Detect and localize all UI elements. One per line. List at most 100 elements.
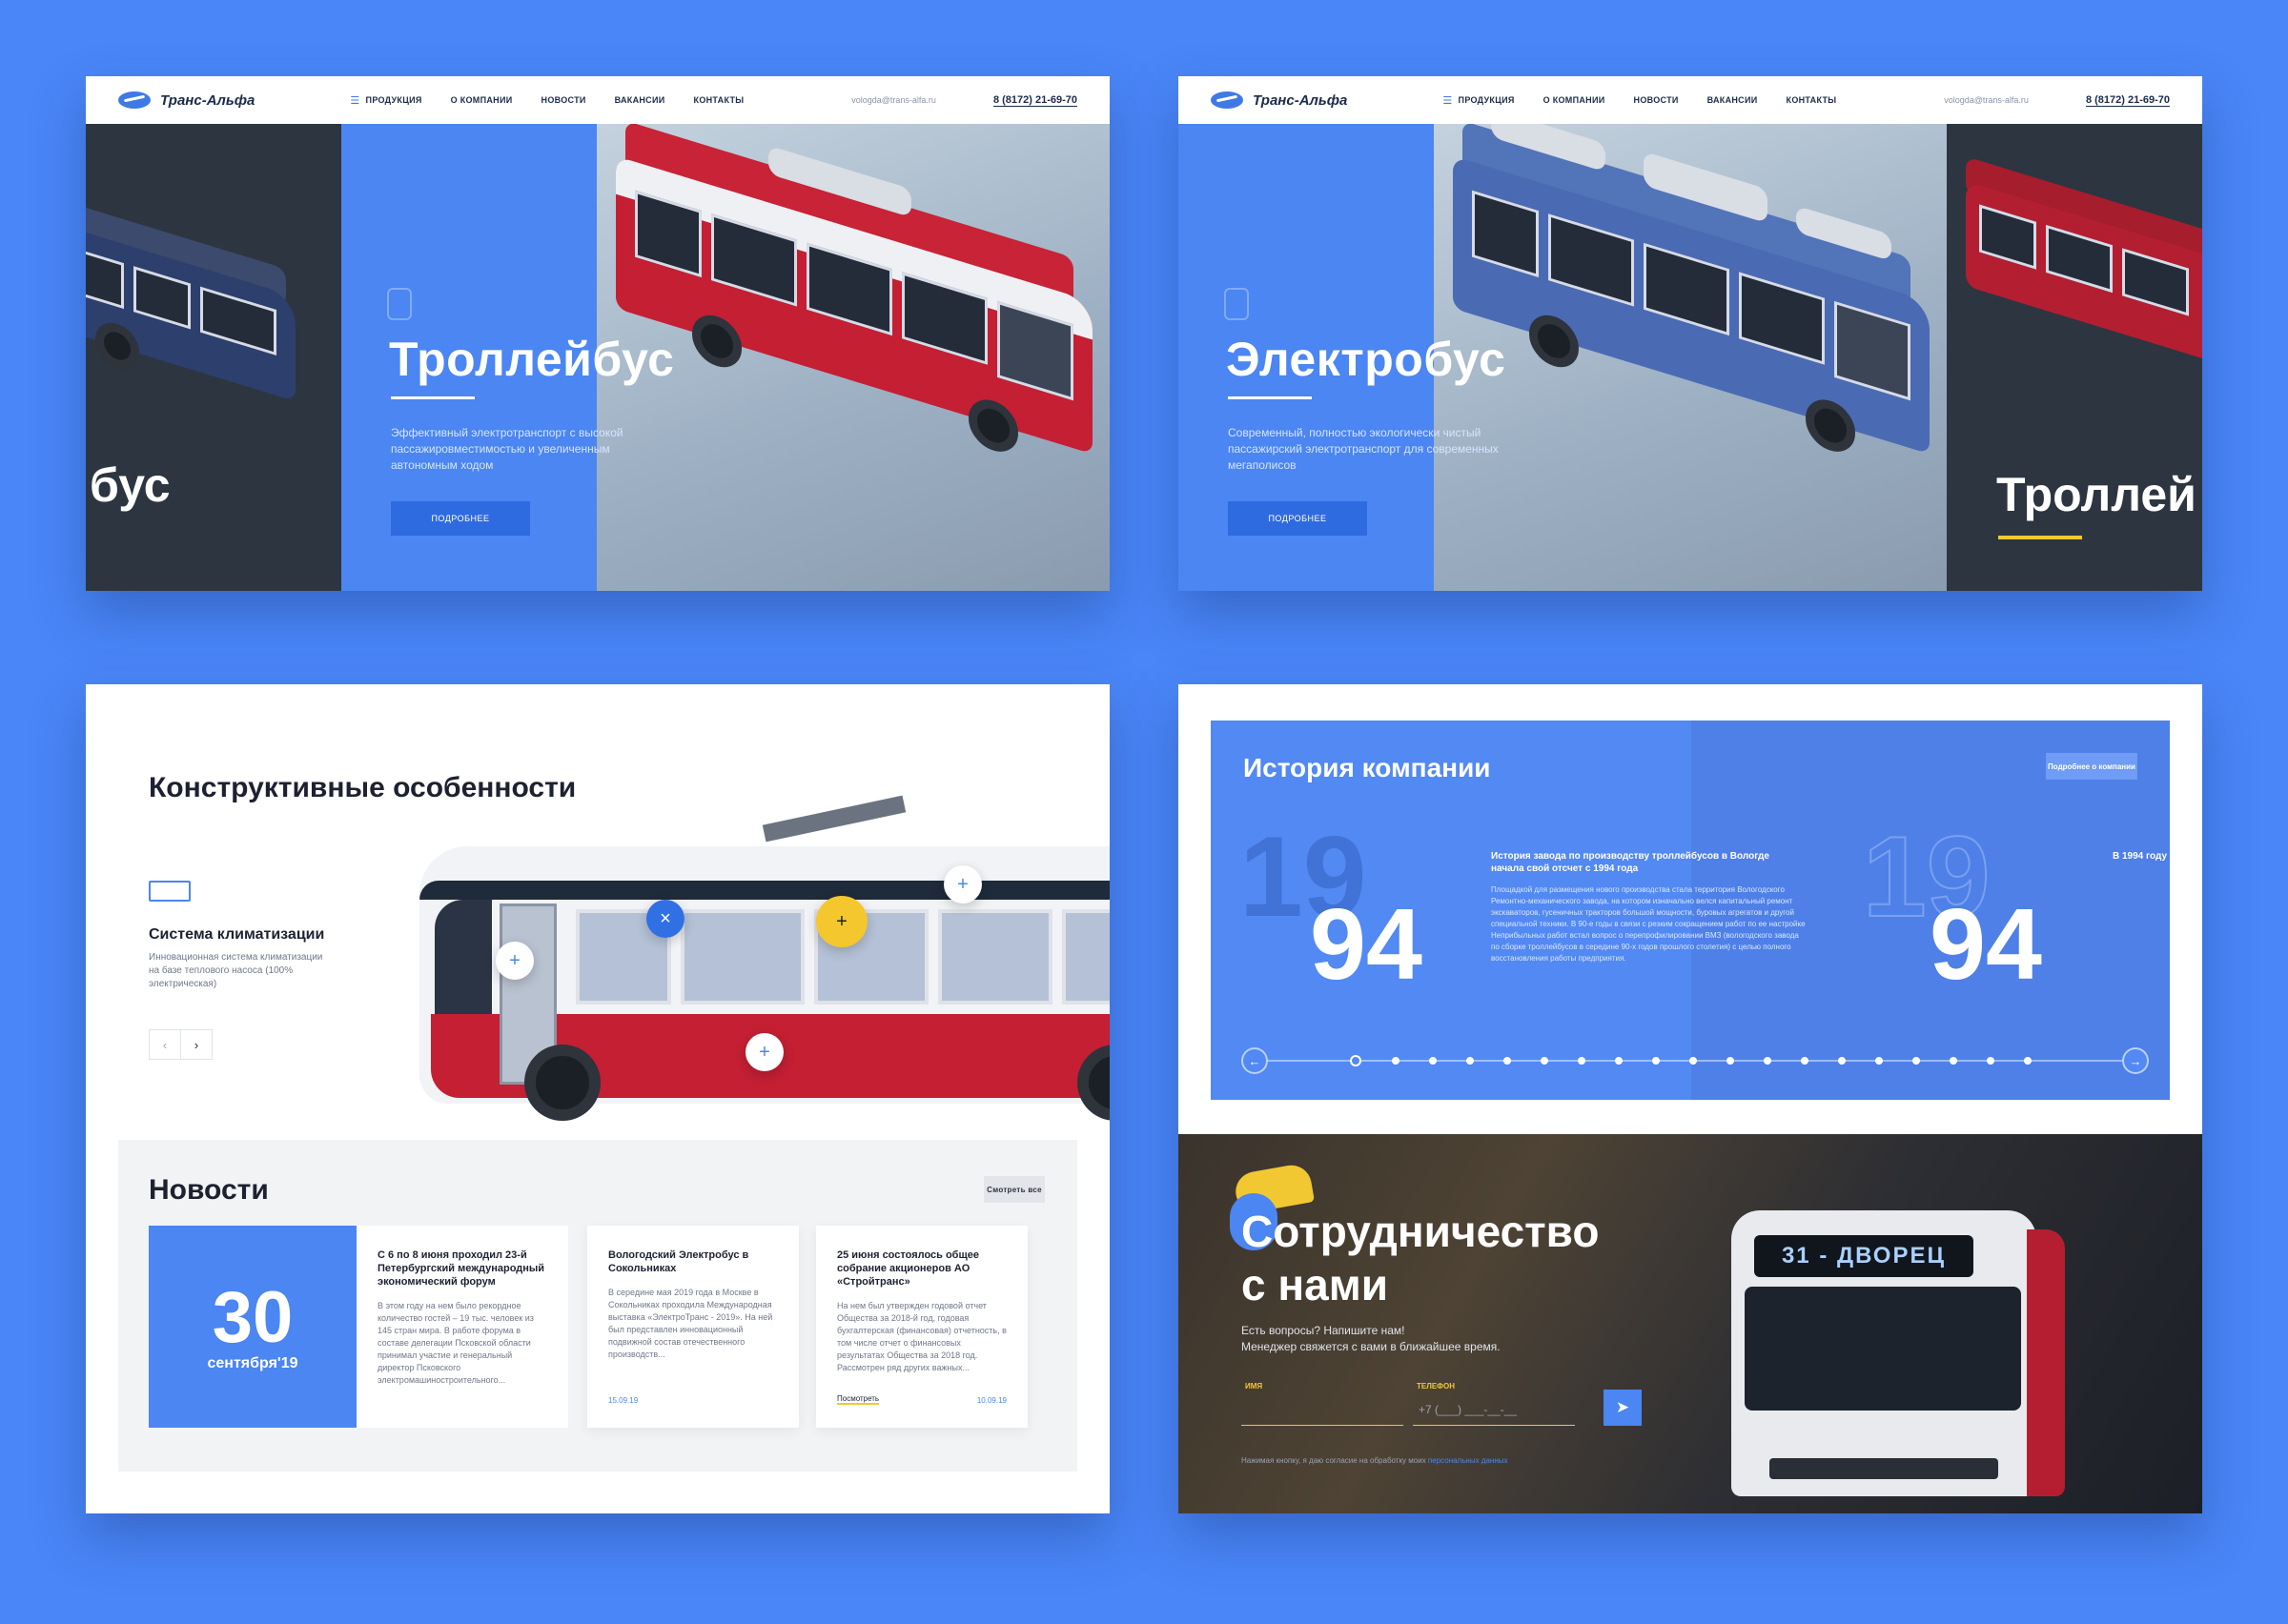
slide-next-title: Троллей [1996,468,2196,521]
timeline-prev-button[interactable]: ← [1241,1047,1268,1074]
news-more-link[interactable]: Посмотреть [837,1394,880,1405]
name-field[interactable]: Имя [1241,1382,1403,1426]
nav-vacancies[interactable]: Вакансии [1707,95,1758,105]
hotspot-plus-button[interactable]: + [496,942,534,980]
hero-electrobus-panel: Транс-Альфа ☰ Продукция О компании Новос… [1178,76,2202,591]
timeline-dot[interactable] [1726,1057,1734,1065]
hero-title: Троллейбус [389,333,675,386]
site-header: Транс-Альфа ☰ Продукция О компании Новос… [86,76,1110,124]
nav-about[interactable]: О компании [451,95,513,105]
feature-prev-button[interactable]: ‹ [149,1029,181,1060]
logo[interactable]: Транс-Альфа [1211,91,1347,109]
timeline-dot[interactable] [1541,1057,1548,1065]
history-timeline: ← → [1241,1047,2149,1074]
cooperation-subtitle-line2: Менеджер свяжется с вами в ближайшее вре… [1241,1340,1501,1353]
cooperation-subtitle: Есть вопросы? Напишите нам! Менеджер свя… [1241,1323,1501,1355]
news-card[interactable]: С 6 по 8 июня проходил 23-й Петербургски… [357,1226,568,1428]
nav-products[interactable]: Продукция [366,95,422,105]
news-card[interactable]: Вологодский Электробус в Сокольниках В с… [587,1226,799,1428]
nav-products[interactable]: Продукция [1459,95,1515,105]
hero-trolleybus-panel: Транс-Альфа ☰ Продукция О компании Новос… [86,76,1110,591]
news-card-title: С 6 по 8 июня проходил 23-й Петербургски… [378,1249,545,1288]
timeline-dot[interactable] [1392,1057,1399,1065]
featured-date-card[interactable]: 30 сентября'19 [149,1226,357,1428]
menu-icon[interactable]: ☰ [350,94,359,107]
cooperation-title-line1: Сотрудничество [1241,1207,1600,1256]
hotspot-active-button[interactable]: + [816,896,868,947]
nav-contacts[interactable]: Контакты [694,95,745,105]
header-phone[interactable]: 8 (8172) 21-69-70 [992,94,1077,107]
nav-contacts[interactable]: Контакты [1787,95,1837,105]
timeline-dot[interactable] [1429,1057,1437,1065]
timeline-dot[interactable] [1912,1057,1920,1065]
nav-vacancies[interactable]: Вакансии [615,95,665,105]
bus-image-electrobus [86,195,324,424]
header-phone[interactable]: 8 (8172) 21-69-70 [2085,94,2170,107]
slide-next[interactable]: Троллей [1947,124,2202,591]
timeline-dot[interactable] [1801,1057,1808,1065]
timeline-dot[interactable] [1503,1057,1511,1065]
header-email[interactable]: vologda@trans-alfa.ru [851,95,936,105]
timeline-dot[interactable] [1875,1057,1883,1065]
send-button[interactable]: ➤ [1604,1390,1642,1426]
hero-image-area [1434,108,1947,591]
timeline-dot[interactable] [1466,1057,1474,1065]
bus-image-trolleybus [616,118,1093,512]
feature-title: Система климатизации [149,926,325,943]
details-button[interactable]: Подробнее [391,501,530,536]
hero-title-underline [1228,396,1312,399]
news-card-title: Вологодский Электробус в Сокольниках [608,1249,749,1274]
site-header: Транс-Альфа ☰ Продукция О компании Новос… [1178,76,2202,124]
hotspot-plus-button[interactable]: + [746,1033,784,1071]
timeline-next-button[interactable]: → [2122,1047,2149,1074]
details-button[interactable]: Подробнее [1228,501,1367,536]
timeline-dot-active[interactable] [1350,1055,1361,1066]
news-card[interactable]: 25 июня состоялось общее собрание акцион… [816,1226,1028,1428]
nav-news[interactable]: Новости [541,95,586,105]
see-all-button[interactable]: Смотреть все [984,1176,1045,1203]
hero-title-underline [391,396,475,399]
bus-front-photo: 31 - ДВОРЕЦ [1712,1210,2074,1513]
history-section: История компании Подробнее о компании 19… [1211,721,2170,1100]
timeline-dot[interactable] [2024,1057,2032,1065]
menu-icon[interactable]: ☰ [1442,94,1452,107]
timeline-dot[interactable] [1578,1057,1585,1065]
history-heading-next: В 1994 году [2113,851,2168,862]
news-card-text: В этом году на нем было рекордное количе… [378,1301,534,1385]
hotspot-plus-button[interactable]: + [944,865,982,903]
privacy-link[interactable]: персональных данных [1428,1456,1508,1465]
main-nav: ☰ Продукция О компании Новости Вакансии … [350,94,744,107]
feature-description: Инновационная система климатизации на ба… [149,952,323,989]
slide-prev-title: бус [90,458,171,512]
phone-field[interactable]: Телефон +7 (___) ___-__-__ [1413,1382,1575,1426]
timeline-dot[interactable] [1652,1057,1660,1065]
phone-placeholder: +7 (___) ___-__-__ [1419,1403,1518,1416]
timeline-dot[interactable] [1950,1057,1957,1065]
slide-prev[interactable]: бус [86,124,341,591]
cooperation-title: Сотрудничество с нами [1241,1205,1599,1311]
timeline-dot[interactable] [1689,1057,1697,1065]
timeline-dot[interactable] [1987,1057,1994,1065]
header-email[interactable]: vologda@trans-alfa.ru [1944,95,2029,105]
hotspot-close-button[interactable]: × [646,900,684,938]
logo-icon [118,91,151,109]
consent-label: Нажимая кнопку, я даю согласие на обрабо… [1241,1456,1426,1465]
history-contact-panel: История компании Подробнее о компании 19… [1178,684,2202,1513]
hero-description: Современный, полностью экологически чист… [1228,426,1499,472]
about-company-button[interactable]: Подробнее о компании [2046,753,2137,780]
electrobus-icon [1224,288,1249,320]
news-card-text: На нем был утвержден годовой отчет Общес… [837,1301,1007,1372]
timeline-dot[interactable] [1615,1057,1623,1065]
timeline-dot[interactable] [1764,1057,1771,1065]
nav-news[interactable]: Новости [1634,95,1679,105]
history-title: История компании [1243,753,1491,782]
timeline-dot[interactable] [1838,1057,1846,1065]
nav-about[interactable]: О компании [1543,95,1605,105]
news-card-text: В середине мая 2019 года в Москве в Соко… [608,1288,773,1359]
logo[interactable]: Транс-Альфа [118,91,255,109]
year-bottom-next: 94 [1930,888,2042,1001]
bus-image-electrobus [1453,108,1930,512]
climate-icon [149,881,191,902]
news-section: Новости Смотреть все 30 сентября'19 С 6 … [118,1140,1077,1472]
feature-next-button[interactable]: › [180,1029,213,1060]
